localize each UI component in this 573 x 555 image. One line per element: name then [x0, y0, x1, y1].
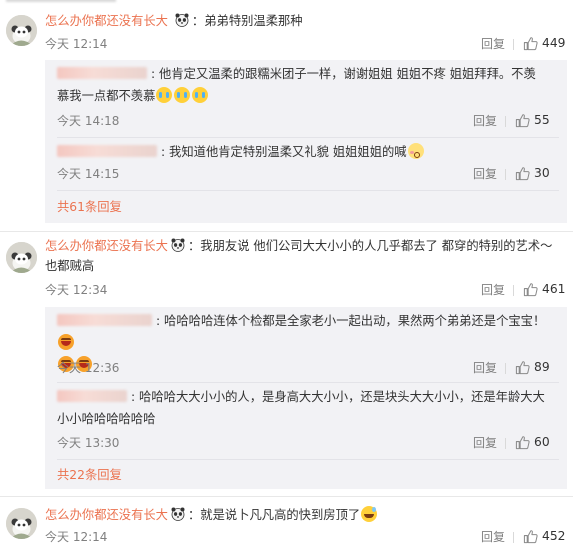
panda-emoji-icon: [171, 507, 185, 521]
divider: [513, 532, 514, 543]
like-count: 452: [542, 529, 566, 543]
sub-reply-text: : 哈哈哈大大小小的人，是身高大大小小，还是块头大大小小，还是年龄大大小小哈哈哈…: [57, 390, 545, 426]
divider: [513, 285, 514, 296]
divider: [57, 137, 559, 138]
sub-reply-text: : 哈哈哈哈连体个检都是全家老小一起出动，果然两个弟弟还是个宝宝！: [156, 314, 546, 328]
avatar[interactable]: [6, 15, 37, 46]
like-count: 449: [542, 36, 566, 50]
comment-divider: [0, 231, 573, 232]
like-button[interactable]: 452: [523, 528, 565, 544]
like-button[interactable]: 449: [523, 35, 565, 51]
like-count: 461: [542, 282, 566, 296]
avatar-panda-icon: [6, 242, 37, 273]
reply-button[interactable]: 回复: [481, 36, 505, 52]
shy-emoji-icon: [407, 143, 424, 159]
thumbs-up-icon: [523, 282, 538, 296]
timestamp: 今天 14:18: [57, 114, 120, 128]
timestamp: 今天 12:14: [45, 530, 108, 544]
reply-button[interactable]: 回复: [473, 435, 497, 451]
panda-emoji-icon: [171, 238, 185, 252]
divider: [513, 39, 514, 50]
crying-emoji-icon: [156, 87, 173, 103]
cropped-top-text: [0, 0, 150, 4]
comment-divider: [0, 496, 573, 497]
reply-button[interactable]: 回复: [481, 282, 505, 298]
like-count: 55: [534, 113, 550, 127]
timestamp: 今天 12:36: [57, 361, 120, 375]
blurred-username[interactable]: [57, 67, 147, 79]
like-count: 89: [534, 360, 550, 374]
thumbs-up-icon: [515, 435, 530, 449]
like-button[interactable]: 89: [515, 359, 550, 375]
divider: [57, 190, 559, 191]
blurred-username[interactable]: [57, 145, 157, 157]
timestamp: 今天 14:15: [57, 167, 120, 181]
blurred-username[interactable]: [57, 390, 127, 402]
crying-emoji-icon: [174, 87, 191, 103]
reply-box: : 他肯定又温柔的跟糯米团子一样，谢谢姐姐 姐姐不疼 姐姐拜拜。不羡慕我一点都不…: [45, 60, 567, 223]
reply-box: : 哈哈哈哈连体个检都是全家老小一起出动，果然两个弟弟还是个宝宝！ 今天 12:…: [45, 307, 567, 489]
divider: [57, 459, 559, 460]
thumbs-up-icon: [515, 113, 530, 127]
timestamp: 今天 12:34: [45, 283, 108, 297]
sub-reply: : 他肯定又温柔的跟糯米团子一样，谢谢姐姐 姐姐不疼 姐姐拜拜。不羡慕我一点都不…: [57, 63, 559, 107]
more-replies-link[interactable]: 共61条回复: [57, 199, 122, 215]
timestamp: 今天 12:14: [45, 37, 108, 51]
comment-text: 就是说卜凡凡高的快到房顶了: [200, 508, 361, 522]
username[interactable]: 怎么办你都还没有长大: [45, 14, 168, 28]
divider: [505, 363, 506, 374]
like-button[interactable]: 60: [515, 434, 550, 450]
like-button[interactable]: 461: [523, 281, 565, 297]
reply-button[interactable]: 回复: [473, 113, 497, 129]
like-count: 30: [534, 166, 550, 180]
avatar-panda-icon: [6, 508, 37, 539]
blurred-username[interactable]: [57, 314, 152, 326]
crying-emoji-icon: [192, 87, 209, 103]
like-button[interactable]: 30: [515, 165, 550, 181]
divider: [505, 169, 506, 180]
like-count: 60: [534, 435, 550, 449]
avatar-panda-icon: [6, 15, 37, 46]
more-replies-link[interactable]: 共22条回复: [57, 467, 122, 483]
avatar[interactable]: [6, 242, 37, 273]
divider: [57, 382, 559, 383]
timestamp: 今天 13:30: [57, 436, 120, 450]
panda-emoji-icon: [175, 13, 189, 27]
username[interactable]: 怎么办你都还没有长大: [45, 508, 168, 522]
comment-text: 弟弟特别温柔那种: [204, 14, 303, 28]
sub-reply: : 哈哈哈大大小小的人，是身高大大小小，还是块头大大小小，还是年龄大大小小哈哈哈…: [57, 386, 559, 430]
reply-button[interactable]: 回复: [473, 166, 497, 182]
reply-button[interactable]: 回复: [473, 360, 497, 376]
thumbs-up-icon: [523, 529, 538, 543]
thumbs-up-icon: [523, 36, 538, 50]
divider: [505, 438, 506, 449]
divider: [505, 116, 506, 127]
sub-reply-text: : 我知道他肯定特别温柔又礼貌 姐姐姐姐的喊: [161, 145, 407, 159]
like-button[interactable]: 55: [515, 112, 550, 128]
sub-reply: : 我知道他肯定特别温柔又礼貌 姐姐姐姐的喊: [57, 141, 559, 163]
thumbs-up-icon: [515, 360, 530, 374]
sweat-smile-emoji-icon: [361, 506, 378, 522]
reply-button[interactable]: 回复: [481, 529, 505, 545]
avatar[interactable]: [6, 508, 37, 539]
laughing-emoji-icon: [58, 334, 74, 350]
username[interactable]: 怎么办你都还没有长大: [45, 239, 168, 253]
thumbs-up-icon: [515, 166, 530, 180]
